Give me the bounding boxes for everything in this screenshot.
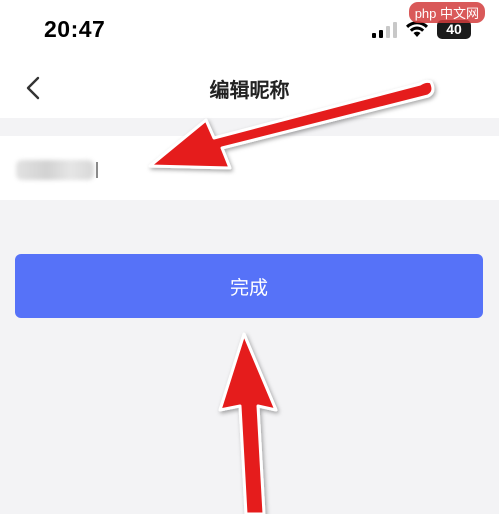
- status-time: 20:47: [44, 16, 106, 42]
- text-cursor: [96, 162, 98, 178]
- cellular-signal-icon: [372, 22, 397, 38]
- done-button[interactable]: 完成: [15, 254, 483, 318]
- arrow-pointing-to-done-button: [218, 332, 278, 514]
- blurred-nickname-text: [16, 160, 94, 180]
- site-watermark: php 中文网: [408, 2, 485, 23]
- battery-level: 40: [446, 21, 462, 37]
- navigation-bar: 编辑昵称: [0, 60, 499, 118]
- page-title: 编辑昵称: [209, 78, 290, 102]
- edit-nickname-screen: 20:47 40 php 中文网 编辑昵称 完成: [0, 0, 499, 514]
- status-bar: 20:47 40 php 中文网: [0, 0, 499, 60]
